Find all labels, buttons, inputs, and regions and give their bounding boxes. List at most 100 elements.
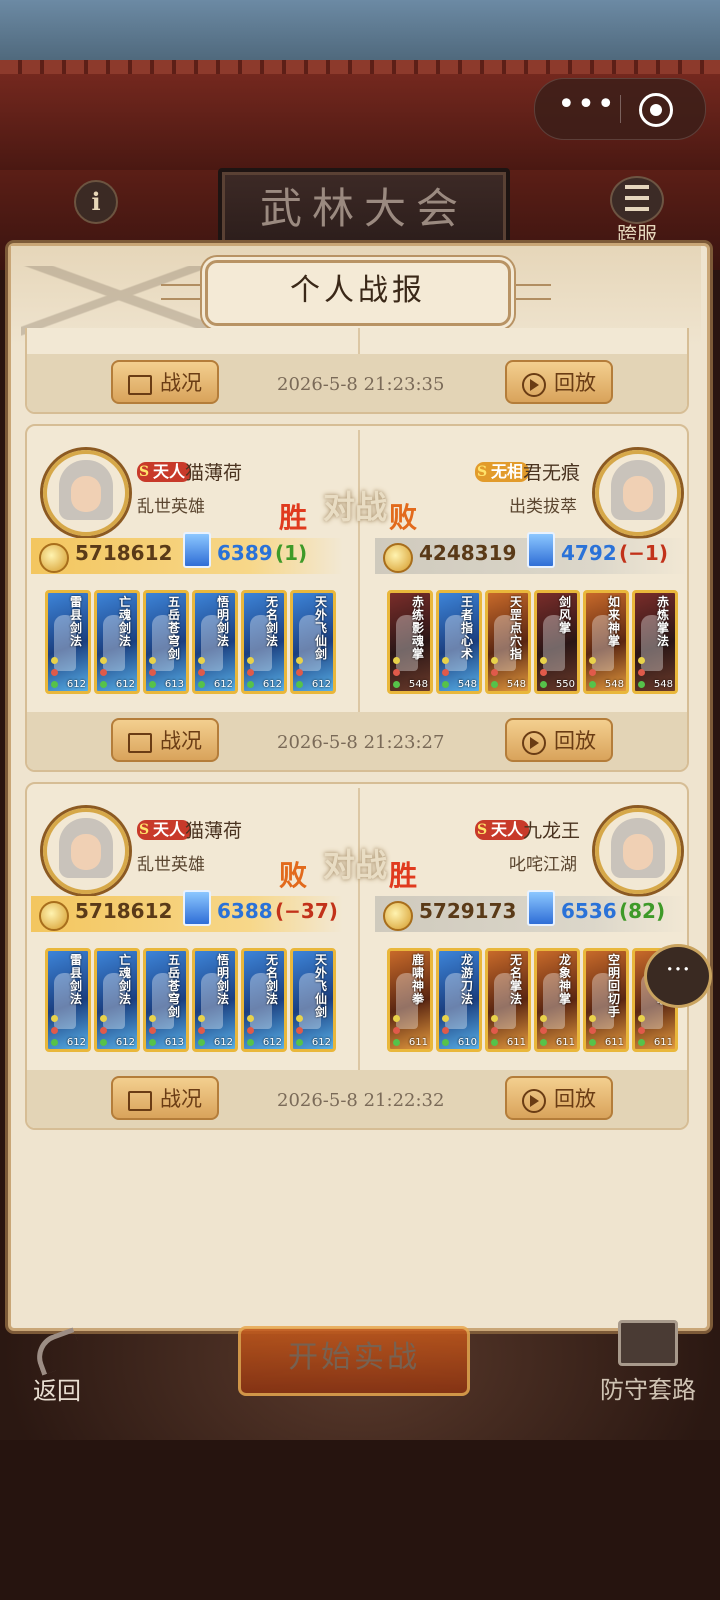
left-points: 6389 xyxy=(217,541,273,565)
skill-card[interactable]: 天外飞仙剑 612 xyxy=(290,590,336,694)
skill-card[interactable]: 赤炼掌法 548 xyxy=(632,590,678,694)
skill-card-name: 赤练影魂掌 xyxy=(412,595,425,661)
left-player-avatar[interactable] xyxy=(43,808,129,894)
battle-record-list[interactable]: 57186126415(26)雷县剑法612亡魂剑法612五岳苍穹剑613悟明剑… xyxy=(25,328,689,1308)
battle-stats-button[interactable]: 战况 xyxy=(111,1076,219,1120)
battle-report-panel: 个人战报 57186126415(26)雷县剑法612亡魂剑法612五岳苍穹剑6… xyxy=(8,243,710,1331)
right-power: 5729173 xyxy=(419,899,517,923)
battle-stats-label: 战况 xyxy=(160,729,202,753)
close-target-icon[interactable] xyxy=(639,93,673,127)
skill-card[interactable]: 五岳苍穹剑 613 xyxy=(143,590,189,694)
left-points: 6388 xyxy=(217,899,273,923)
capsule-divider xyxy=(620,95,621,123)
skill-card[interactable]: 天外飞仙剑 612 xyxy=(290,948,336,1052)
skill-card-name: 悟明剑法 xyxy=(217,595,230,648)
skill-card-name: 五岳苍穹剑 xyxy=(168,953,181,1019)
record-action-bar: 战况 2026-5-8 21:23:27 回放 xyxy=(27,712,687,770)
skill-card[interactable]: 鹿啸神拳 611 xyxy=(387,948,433,1052)
skill-card-level: 612 xyxy=(311,1037,331,1048)
replay-button[interactable]: 回放 xyxy=(505,718,613,762)
replay-button[interactable]: 回放 xyxy=(505,360,613,404)
skill-card-name: 无名剑法 xyxy=(266,595,279,648)
miniprogram-capsule: ••• xyxy=(534,78,706,140)
skill-card[interactable]: 无名剑法 612 xyxy=(241,948,287,1052)
skill-card-level: 548 xyxy=(653,679,673,690)
skill-card[interactable]: 空明回切手 611 xyxy=(583,948,629,1052)
skill-card[interactable]: 赤练影魂掌 548 xyxy=(387,590,433,694)
skill-card-level: 548 xyxy=(408,679,428,690)
start-battle-button[interactable]: 开始实战 xyxy=(238,1326,470,1396)
record-action-bar: 战况 2026-5-8 21:23:35 回放 xyxy=(27,354,687,412)
skill-card-level: 612 xyxy=(115,679,135,690)
skill-card-level: 548 xyxy=(457,679,477,690)
skill-card[interactable]: 雷县剑法 612 xyxy=(45,590,91,694)
skill-card-name: 龙象神掌 xyxy=(559,953,572,1006)
panel-title: 个人战报 xyxy=(290,273,426,308)
right-player-avatar[interactable] xyxy=(595,450,681,536)
points-scroll-icon xyxy=(527,532,555,568)
skill-card[interactable]: 王者指心术 548 xyxy=(436,590,482,694)
skill-card[interactable]: 龙游刀法 610 xyxy=(436,948,482,1052)
vs-label: 对战 xyxy=(323,846,388,884)
skill-card-name: 龙游刀法 xyxy=(461,953,474,1006)
skill-card-level: 612 xyxy=(262,1037,282,1048)
skill-card-name: 王者指心术 xyxy=(461,595,474,661)
more-icon[interactable]: ••• xyxy=(557,90,617,123)
skill-card-name: 无名剑法 xyxy=(266,953,279,1006)
vs-label: 对战 xyxy=(323,488,388,526)
battle-record: 57186126415(26)雷县剑法612亡魂剑法612五岳苍穹剑613悟明剑… xyxy=(25,328,689,414)
left-player-name: 猫薄荷 xyxy=(185,820,243,842)
left-points-delta: (−37) xyxy=(275,899,338,923)
right-stat-bar: 4248319 4792 (−1) xyxy=(375,532,687,574)
power-coin-icon xyxy=(39,901,69,931)
skill-card[interactable]: 悟明剑法 612 xyxy=(192,590,238,694)
skill-card-name: 鹿啸神拳 xyxy=(412,953,425,1006)
skill-card[interactable]: 如来神掌 548 xyxy=(583,590,629,694)
list-icon xyxy=(610,176,664,224)
power-coin-icon xyxy=(383,543,413,573)
chat-icon[interactable]: ··· xyxy=(644,944,712,1008)
right-player-rank: 叱咤江湖 xyxy=(509,855,577,875)
right-player-name: 君无痕 xyxy=(523,462,581,484)
skill-card-level: 613 xyxy=(164,1037,184,1048)
right-skill-cards: 赤练影魂掌 548 王者指心术 548 天罡点穴指 548 剑风掌 550 如来神掌 548 赤炼掌… xyxy=(387,590,687,696)
points-scroll-icon xyxy=(183,890,211,926)
skill-card[interactable]: 无名掌法 611 xyxy=(485,948,531,1052)
skill-card[interactable]: 无名剑法 612 xyxy=(241,590,287,694)
skill-card[interactable]: 悟明剑法 612 xyxy=(192,948,238,1052)
skill-card[interactable]: 亡魂剑法 612 xyxy=(94,948,140,1052)
battle-stats-label: 战况 xyxy=(160,1087,202,1111)
skill-card[interactable]: 天罡点穴指 548 xyxy=(485,590,531,694)
replay-label: 回放 xyxy=(554,729,596,753)
left-player-avatar[interactable] xyxy=(43,450,129,536)
battle-record: 天人猫薄荷乱世英雄败57186126388(−37)雷县剑法612亡魂剑法612… xyxy=(25,782,689,1130)
right-player-avatar[interactable] xyxy=(595,808,681,894)
battle-stats-button[interactable]: 战况 xyxy=(111,718,219,762)
cross-server-button[interactable]: 跨服 xyxy=(604,176,670,246)
battle-stats-button[interactable]: 战况 xyxy=(111,360,219,404)
title-ornament-left xyxy=(161,284,211,300)
right-points: 6536 xyxy=(561,899,617,923)
skill-card-level: 611 xyxy=(408,1037,428,1048)
back-button[interactable]: 返回 xyxy=(22,1327,92,1405)
play-icon xyxy=(522,1088,546,1113)
skill-card[interactable]: 剑风掌 550 xyxy=(534,590,580,694)
stats-icon xyxy=(128,732,152,753)
replay-label: 回放 xyxy=(554,371,596,395)
info-button[interactable]: i xyxy=(74,180,118,224)
record-divider xyxy=(358,788,360,1070)
replay-label: 回放 xyxy=(554,1087,596,1111)
power-coin-icon xyxy=(39,543,69,573)
skill-card[interactable]: 龙象神掌 611 xyxy=(534,948,580,1052)
replay-button[interactable]: 回放 xyxy=(505,1076,613,1120)
skill-card[interactable]: 五岳苍穹剑 613 xyxy=(143,948,189,1052)
skill-card[interactable]: 亡魂剑法 612 xyxy=(94,590,140,694)
defense-routine-button[interactable]: 防守套路 xyxy=(586,1320,710,1406)
play-icon xyxy=(522,372,546,397)
left-player-rank: 乱世英雄 xyxy=(137,855,205,875)
left-power: 5718612 xyxy=(75,541,173,565)
right-skill-cards: 鹿啸神拳611龙游刀法610无名掌法611龙象神掌611空明回切手611太极拳掌… xyxy=(387,948,687,1054)
right-power: 4248319 xyxy=(419,541,517,565)
battle-stats-label: 战况 xyxy=(160,371,202,395)
skill-card[interactable]: 雷县剑法 612 xyxy=(45,948,91,1052)
